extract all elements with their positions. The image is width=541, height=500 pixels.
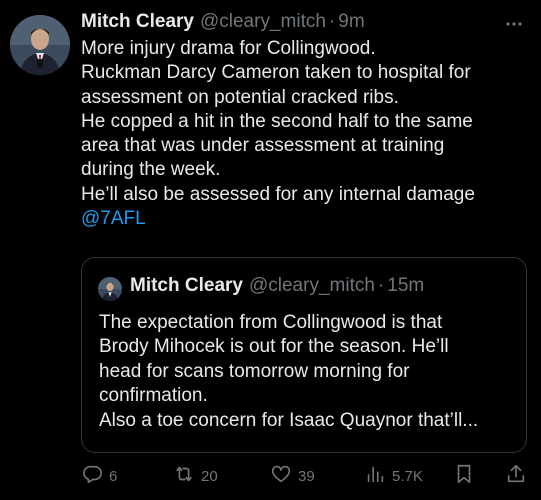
quoted-body: The expectation from Collingwood is that… bbox=[99, 311, 519, 433]
tweet-body-line: He’ll also be assessed for any internal … bbox=[81, 183, 475, 205]
tweet-header: Mitch Cleary @cleary_mitch · 9m bbox=[81, 11, 365, 37]
quoted-author-name: Mitch Cleary bbox=[130, 275, 243, 296]
more-horizontal-icon[interactable] bbox=[505, 15, 523, 33]
reply-count: 6 bbox=[109, 467, 118, 485]
tweet-body-line: area that was under assessment at traini… bbox=[81, 135, 445, 157]
avatar[interactable] bbox=[10, 15, 70, 75]
author-handle[interactable]: @cleary_mitch bbox=[200, 11, 326, 33]
bookmark-icon bbox=[453, 463, 475, 489]
share-icon bbox=[505, 463, 527, 489]
views-button[interactable]: 5.7K bbox=[364, 462, 423, 490]
separator-dot: · bbox=[328, 11, 336, 32]
timestamp[interactable]: 9m bbox=[338, 11, 364, 33]
bookmark-button[interactable] bbox=[453, 462, 475, 490]
action-bar: 6 20 39 5.7K bbox=[81, 462, 531, 490]
tweet-body-line: during the week. bbox=[81, 159, 221, 181]
tweet: Mitch Cleary @cleary_mitch · 9m More inj… bbox=[0, 0, 541, 500]
mention-link[interactable]: @7AFL bbox=[81, 207, 521, 231]
like-button[interactable]: 39 bbox=[270, 462, 315, 490]
views-chart-icon bbox=[364, 463, 386, 489]
reply-button[interactable]: 6 bbox=[81, 462, 117, 490]
repost-button[interactable]: 20 bbox=[173, 462, 218, 490]
tweet-body-line: assessment on potential cracked ribs. bbox=[81, 86, 399, 108]
quoted-body-line: head for scans tomorrow morning for bbox=[99, 360, 410, 382]
separator-dot: · bbox=[377, 275, 385, 296]
quoted-author-handle: @cleary_mitch bbox=[248, 275, 375, 296]
views-count: 5.7K bbox=[392, 467, 423, 485]
repost-count: 20 bbox=[201, 467, 218, 485]
tweet-body-line: He copped a hit in the second half to th… bbox=[81, 110, 473, 132]
quoted-header: Mitch Cleary @cleary_mitch · 15m bbox=[130, 275, 424, 297]
tweet-body: More injury drama for Collingwood. Ruckm… bbox=[81, 37, 521, 231]
reply-icon bbox=[81, 463, 103, 489]
quoted-body-line: confirmation. bbox=[99, 385, 208, 407]
quoted-body-line: Also a toe concern for Isaac Quaynor tha… bbox=[99, 409, 479, 431]
author-name[interactable]: Mitch Cleary bbox=[81, 11, 194, 33]
tweet-body-line: Ruckman Darcy Cameron taken to hospital … bbox=[81, 62, 471, 84]
heart-icon bbox=[270, 463, 292, 489]
quoted-timestamp: 15m bbox=[387, 275, 425, 296]
quoted-body-line: Brody Mihocek is out for the season. He’… bbox=[99, 336, 449, 358]
quoted-tweet[interactable]: Mitch Cleary @cleary_mitch · 15m The exp… bbox=[81, 257, 527, 453]
quoted-body-line: The expectation from Collingwood is that bbox=[99, 312, 443, 333]
like-count: 39 bbox=[298, 467, 315, 485]
share-button[interactable] bbox=[505, 462, 527, 490]
repost-icon bbox=[173, 463, 195, 489]
quoted-avatar[interactable] bbox=[98, 277, 122, 301]
tweet-body-line: More injury drama for Collingwood. bbox=[81, 38, 376, 59]
